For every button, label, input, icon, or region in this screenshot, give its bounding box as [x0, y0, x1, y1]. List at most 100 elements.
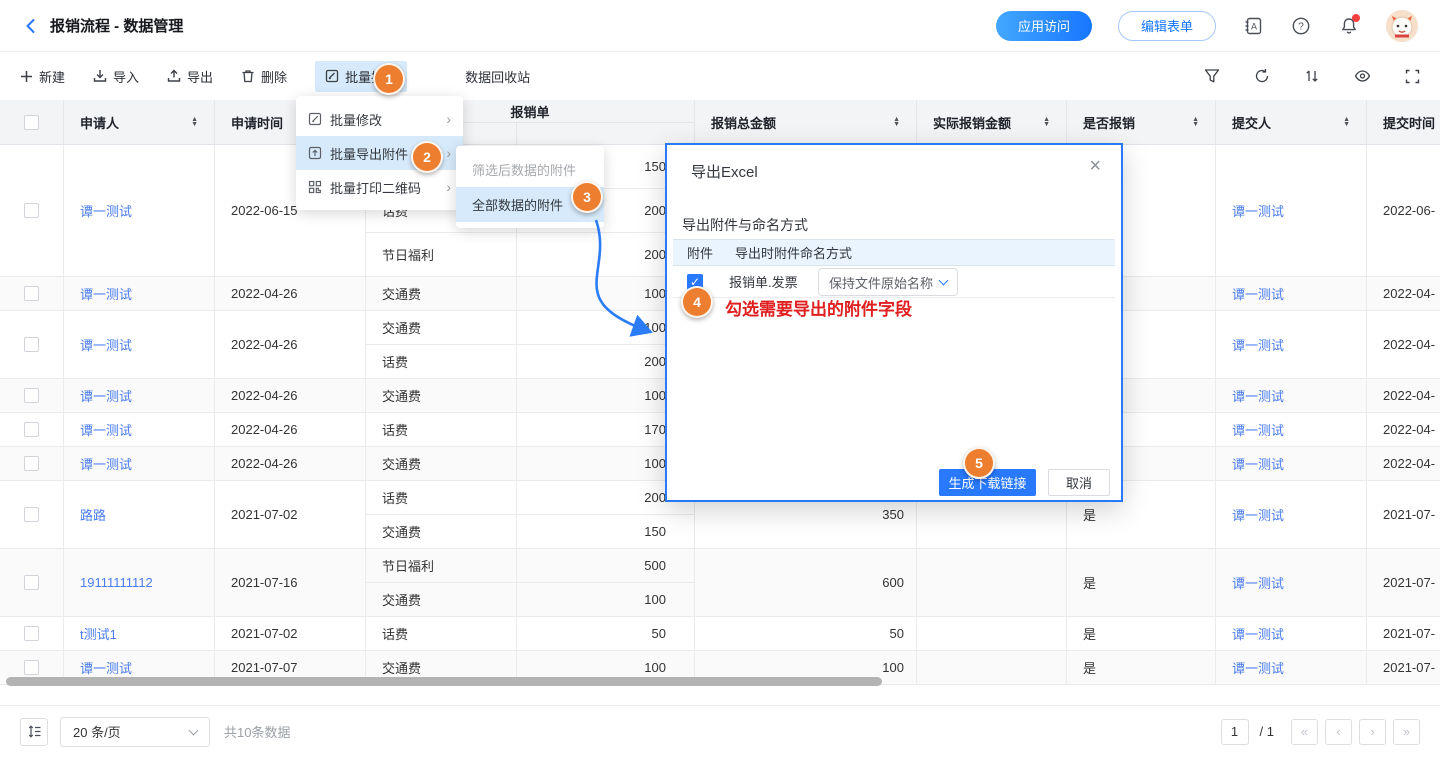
- submitter-link[interactable]: 谭一测试: [1216, 277, 1367, 310]
- edit-form-button[interactable]: 编辑表单: [1118, 11, 1216, 41]
- submitter-link[interactable]: 谭一测试: [1216, 549, 1367, 616]
- expense-amount-cell: 500: [517, 549, 694, 582]
- attachment-field-label: 报销单.发票: [729, 272, 798, 291]
- fullscreen-icon[interactable]: [1405, 69, 1420, 84]
- reimburse-item-row: 节日福利500: [366, 549, 694, 582]
- column-header-actual-amount[interactable]: 实际报销金额 ▲▼: [917, 100, 1067, 144]
- column-header-submit-time[interactable]: 提交时间: [1367, 100, 1440, 144]
- column-header-total-amount[interactable]: 报销总金额 ▲▼: [695, 100, 917, 144]
- attachment-row: ✓ 报销单.发票 保持文件原始名称: [673, 266, 1115, 298]
- api-doc-icon[interactable]: A: [1242, 15, 1264, 37]
- row-checkbox[interactable]: [24, 388, 39, 403]
- expense-category-cell: 交通费: [366, 311, 517, 344]
- row-checkbox[interactable]: [24, 203, 39, 218]
- chevron-left-icon: [22, 17, 40, 35]
- next-page-button[interactable]: ›: [1359, 719, 1386, 745]
- applicant-link[interactable]: t测试1: [64, 617, 215, 650]
- row-height-button[interactable]: [20, 718, 48, 746]
- row-checkbox-cell: [0, 617, 64, 650]
- submit-time-cell: 2022-04-: [1367, 379, 1440, 412]
- applicant-link[interactable]: 谭一测试: [64, 145, 215, 276]
- cancel-button[interactable]: 取消: [1048, 469, 1110, 496]
- filter-icon[interactable]: [1204, 68, 1220, 84]
- apply-time-cell: 2022-04-26: [215, 447, 366, 480]
- sort-icon[interactable]: ▲▼: [191, 117, 198, 128]
- row-checkbox[interactable]: [24, 422, 39, 437]
- sort-icon[interactable]: ▲▼: [1343, 117, 1350, 128]
- attachment-column-label: 附件: [687, 243, 713, 262]
- reimburse-item-row: 节日福利200: [366, 232, 694, 276]
- menu-item-batch-print-qrcode[interactable]: 批量打印二维码 ›: [296, 170, 463, 204]
- row-checkbox-cell: [0, 413, 64, 446]
- reimburse-item-row: 交通费100: [366, 379, 694, 412]
- applicant-link[interactable]: 谭一测试: [64, 447, 215, 480]
- applicant-link[interactable]: 谭一测试: [64, 277, 215, 310]
- bell-icon[interactable]: [1338, 15, 1360, 37]
- sort-icon[interactable]: [1304, 68, 1320, 84]
- prev-page-button[interactable]: ‹: [1325, 719, 1352, 745]
- recycle-bin-button[interactable]: 数据回收站: [465, 67, 530, 86]
- sort-icon[interactable]: ▲▼: [1192, 117, 1199, 128]
- submitter-link[interactable]: 谭一测试: [1216, 311, 1367, 378]
- menu-item-batch-edit[interactable]: 批量修改 ›: [296, 102, 463, 136]
- apply-time-cell: 2022-04-26: [215, 413, 366, 446]
- applicant-link[interactable]: 谭一测试: [64, 311, 215, 378]
- table-row: t测试12021-07-02话费5050是谭一测试2021-07-: [0, 617, 1440, 651]
- row-checkbox[interactable]: [24, 575, 39, 590]
- row-checkbox[interactable]: [24, 337, 39, 352]
- submit-time-cell: 2021-07-: [1367, 617, 1440, 650]
- row-checkbox[interactable]: [24, 507, 39, 522]
- reimburse-items: 话费170: [366, 413, 695, 446]
- new-record-button[interactable]: 新建: [20, 67, 65, 86]
- row-checkbox-cell: [0, 145, 64, 276]
- row-checkbox[interactable]: [24, 626, 39, 641]
- reimburse-items: 交通费100话费200: [366, 311, 695, 378]
- row-checkbox-cell: [0, 447, 64, 480]
- sort-icon[interactable]: ▲▼: [1043, 117, 1050, 128]
- submitter-link[interactable]: 谭一测试: [1216, 617, 1367, 650]
- page-number-input[interactable]: 1: [1221, 719, 1249, 745]
- applicant-link[interactable]: 谭一测试: [64, 379, 215, 412]
- total-count-label: 共10条数据: [224, 722, 290, 741]
- submit-time-cell: 2022-04-: [1367, 447, 1440, 480]
- horizontal-scrollbar-thumb[interactable]: [6, 677, 882, 686]
- refresh-icon[interactable]: [1254, 68, 1270, 84]
- applicant-link[interactable]: 19111111112: [64, 549, 215, 616]
- submitter-link[interactable]: 谭一测试: [1216, 481, 1367, 548]
- row-checkbox[interactable]: [24, 286, 39, 301]
- delete-button[interactable]: 删除: [241, 67, 287, 86]
- svg-text:A: A: [1251, 21, 1257, 31]
- page-size-select[interactable]: 20 条/页: [60, 717, 210, 747]
- column-header-reimbursed[interactable]: 是否报销 ▲▼: [1067, 100, 1216, 144]
- top-header-bar: 报销流程 - 数据管理 应用访问 编辑表单 A ?: [0, 0, 1440, 52]
- page-title: 报销流程 - 数据管理: [50, 15, 183, 36]
- app-access-button[interactable]: 应用访问: [996, 11, 1092, 41]
- apply-time-cell: 2021-07-16: [215, 549, 366, 616]
- total-amount-cell: 600: [695, 549, 917, 616]
- avatar[interactable]: [1386, 10, 1418, 42]
- export-button[interactable]: 导出: [167, 67, 213, 86]
- submitter-link[interactable]: 谭一测试: [1216, 145, 1367, 276]
- applicant-link[interactable]: 谭一测试: [64, 413, 215, 446]
- import-button[interactable]: 导入: [93, 67, 139, 86]
- select-all-checkbox[interactable]: [24, 115, 39, 130]
- back-button[interactable]: [22, 17, 40, 35]
- submitter-link[interactable]: 谭一测试: [1216, 379, 1367, 412]
- submitter-link[interactable]: 谭一测试: [1216, 651, 1367, 684]
- column-header-applicant[interactable]: 申请人 ▲▼: [64, 100, 215, 144]
- naming-method-select[interactable]: 保持文件原始名称: [818, 268, 958, 296]
- help-icon[interactable]: ?: [1290, 15, 1312, 37]
- eye-icon[interactable]: [1354, 68, 1371, 84]
- row-checkbox[interactable]: [24, 456, 39, 471]
- reimburse-item-row: 话费200: [366, 344, 694, 378]
- first-page-button[interactable]: «: [1291, 719, 1318, 745]
- submitter-link[interactable]: 谭一测试: [1216, 447, 1367, 480]
- last-page-button[interactable]: »: [1393, 719, 1420, 745]
- submitter-link[interactable]: 谭一测试: [1216, 413, 1367, 446]
- column-header-submitter[interactable]: 提交人 ▲▼: [1216, 100, 1367, 144]
- sort-icon[interactable]: ▲▼: [893, 117, 900, 128]
- close-icon[interactable]: ×: [1089, 155, 1101, 178]
- plus-icon: [20, 70, 33, 83]
- row-checkbox[interactable]: [24, 660, 39, 675]
- applicant-link[interactable]: 路路: [64, 481, 215, 548]
